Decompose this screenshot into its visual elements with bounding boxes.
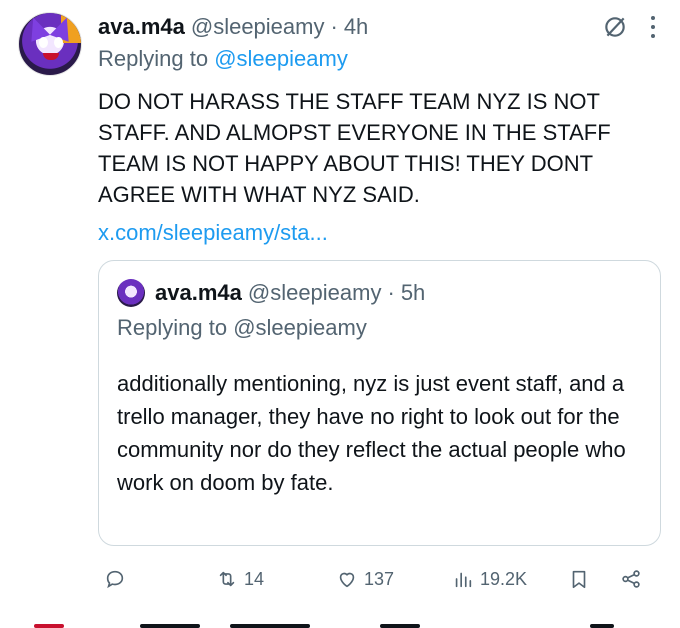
separator-dot: · [330, 14, 338, 39]
avatar-eye-right [54, 37, 63, 48]
avatar-mouth [43, 53, 59, 60]
action-bar: 14 137 19.2K [98, 562, 658, 596]
peek-fragment [590, 624, 614, 628]
like-button[interactable]: 137 [336, 562, 394, 596]
retweet-count: 14 [244, 568, 265, 589]
like-icon [339, 572, 355, 588]
next-tweet-peek [0, 620, 680, 628]
reply-icon [106, 570, 124, 589]
views-icon [455, 572, 472, 588]
quoted-tweet[interactable]: ava.m4a @sleepieamy · 5h Replying to @sl… [98, 260, 661, 546]
timestamp[interactable]: 4h [344, 14, 368, 40]
peek-fragment [140, 624, 200, 628]
tweet-header: ava.m4a @sleepieamy · 4h [98, 12, 368, 42]
more-icon[interactable] [650, 16, 656, 38]
tweet-card[interactable]: ava.m4a @sleepieamy · 4h Replying to @sl… [0, 0, 680, 628]
reply-button[interactable] [104, 562, 126, 596]
bookmark-button[interactable] [568, 562, 590, 596]
replying-to: Replying to @sleepieamy [98, 46, 348, 72]
quoted-replying-mention: @sleepieamy [233, 315, 367, 340]
retweet-icon [219, 571, 235, 587]
quoted-display-name: ava.m4a [155, 280, 242, 305]
peek-fragment [34, 624, 64, 628]
tweet-link[interactable]: x.com/sleepieamy/sta... [98, 220, 328, 246]
display-name[interactable]: ava.m4a [98, 14, 185, 40]
replying-mention[interactable]: @sleepieamy [214, 46, 348, 71]
retweet-button[interactable]: 14 [216, 562, 264, 596]
quoted-handle: @sleepieamy [247, 280, 382, 305]
tweet-text: DO NOT HARASS THE STAFF TEAM NYZ IS NOT … [98, 89, 611, 207]
top-actions [602, 14, 656, 40]
replying-prefix: Replying to [98, 46, 209, 71]
quoted-timestamp: 5h [400, 280, 426, 305]
peek-fragment [380, 624, 420, 628]
quoted-replying-prefix: Replying to [117, 315, 228, 340]
peek-fragment [230, 624, 310, 628]
share-icon [622, 570, 640, 588]
views-button[interactable]: 19.2K [452, 562, 527, 596]
quoted-replying-to: Replying to @sleepieamy [117, 315, 367, 341]
avatar-eye-left [39, 37, 48, 48]
quoted-header: ava.m4a @sleepieamy · 5h [155, 279, 425, 307]
quoted-separator: · [387, 280, 395, 305]
views-count: 19.2K [480, 568, 528, 589]
user-handle[interactable]: @sleepieamy [191, 14, 325, 40]
quoted-avatar[interactable] [117, 279, 145, 307]
share-button[interactable] [620, 562, 642, 596]
bookmark-icon [572, 570, 586, 589]
avatar[interactable] [18, 12, 82, 76]
like-count: 137 [364, 568, 395, 589]
grok-icon[interactable] [602, 14, 628, 40]
quoted-text: additionally mentioning, nyz is just eve… [117, 371, 626, 495]
